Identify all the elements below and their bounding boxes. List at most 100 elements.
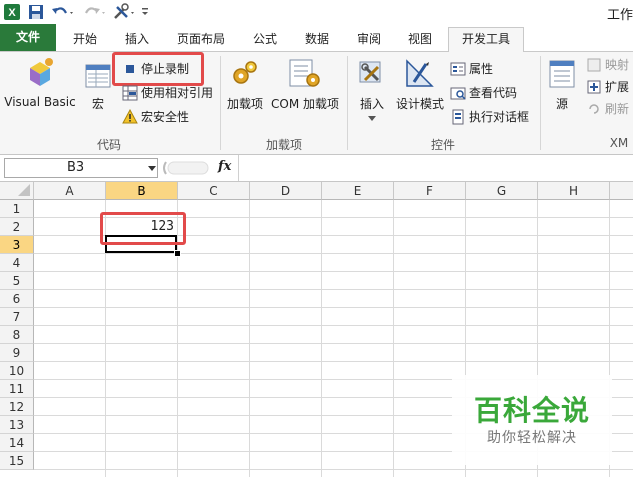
visual-basic-icon — [30, 58, 53, 86]
properties-icon — [450, 61, 466, 77]
refresh-data-label: 刷新 — [605, 102, 630, 116]
highlight-stop-recording — [112, 52, 204, 86]
select-all-corner[interactable] — [0, 182, 34, 200]
row-header[interactable]: 12 — [0, 398, 34, 416]
column-header[interactable]: B — [106, 182, 178, 200]
properties-button[interactable]: 属性 — [450, 60, 493, 78]
column-header[interactable]: E — [322, 182, 394, 200]
insert-control-icon — [359, 61, 381, 83]
macro-icon — [85, 64, 111, 88]
excel-logo-icon[interactable]: X — [3, 3, 21, 21]
gear-icon — [233, 61, 257, 84]
tab-review[interactable]: 审阅 — [346, 28, 392, 50]
expansion-packs-label: 扩展 — [605, 80, 630, 94]
group-label-code: 代码 — [96, 138, 121, 152]
ribbon-tab-bar: 文件 开始 插入 页面布局 公式 数据 审阅 视图 开发工具 — [0, 24, 633, 53]
row-header[interactable]: 5 — [0, 272, 34, 290]
design-mode-icon — [406, 59, 434, 87]
tools-icon[interactable] — [112, 3, 138, 21]
row-header[interactable]: 9 — [0, 344, 34, 362]
run-dialog-label: 执行对话框 — [469, 110, 530, 124]
view-code-button[interactable]: 查看代码 — [450, 84, 517, 102]
expansion-packs-button[interactable]: 扩展 — [586, 78, 629, 96]
row-header[interactable]: 6 — [0, 290, 34, 308]
undo-icon[interactable] — [50, 3, 74, 21]
macros-label: 宏 — [91, 97, 104, 111]
customize-qat-icon[interactable] — [140, 3, 150, 21]
fill-handle[interactable] — [174, 250, 181, 257]
tab-page-layout[interactable]: 页面布局 — [168, 28, 234, 50]
row-header[interactable]: 15 — [0, 452, 34, 470]
gridline — [34, 361, 633, 362]
tab-insert[interactable]: 插入 — [114, 28, 160, 50]
row-header[interactable]: 10 — [0, 362, 34, 380]
name-box[interactable]: B3 — [4, 158, 158, 178]
tab-formulas[interactable]: 公式 — [242, 28, 288, 50]
map-properties-label: 映射 — [605, 58, 630, 72]
name-box-dropdown-icon[interactable] — [148, 166, 156, 172]
tab-home[interactable]: 开始 — [62, 28, 108, 50]
column-header[interactable]: H — [538, 182, 610, 200]
row-header[interactable]: 4 — [0, 254, 34, 272]
group-separator — [220, 56, 221, 150]
row-header[interactable]: 7 — [0, 308, 34, 326]
column-header[interactable]: F — [394, 182, 466, 200]
group-separator — [540, 56, 541, 150]
column-header[interactable]: G — [466, 182, 538, 200]
group-label-addins: 加载项 — [265, 138, 302, 152]
group-label-controls: 控件 — [430, 138, 455, 152]
com-addins-button[interactable]: COM 加载项 — [270, 54, 340, 114]
row-header[interactable]: 14 — [0, 434, 34, 452]
tab-file[interactable]: 文件 — [0, 24, 56, 51]
warning-icon — [122, 108, 138, 125]
use-relative-references-button[interactable]: 使用相对引用 — [122, 84, 213, 102]
addins-label: 加载项 — [226, 97, 263, 111]
watermark: 百科全说 助你轻松解决 — [452, 375, 612, 465]
tab-developer[interactable]: 开发工具 — [448, 27, 524, 53]
row-header[interactable]: 3 — [0, 236, 34, 254]
refresh-data-button[interactable]: 刷新 — [586, 100, 629, 118]
save-icon[interactable] — [28, 3, 44, 21]
visual-basic-button[interactable]: Visual Basic — [4, 54, 76, 114]
watermark-title: 百科全说 — [473, 394, 590, 427]
column-header[interactable]: D — [250, 182, 322, 200]
com-addins-icon — [289, 59, 320, 87]
xml-source-icon — [549, 60, 575, 88]
tab-data[interactable]: 数据 — [294, 28, 340, 50]
relative-reference-icon — [122, 85, 138, 101]
gridline — [249, 200, 250, 477]
dropdown-arrow-icon — [368, 116, 376, 121]
design-mode-label: 设计模式 — [395, 97, 444, 111]
gridline — [34, 271, 633, 272]
gridline — [34, 253, 633, 254]
group-label-xml: XM — [609, 136, 629, 150]
gridline — [321, 200, 322, 477]
macros-button[interactable]: 宏 — [82, 54, 114, 114]
insert-function-icon[interactable]: fx — [218, 159, 231, 174]
run-dialog-button[interactable]: 执行对话框 — [450, 108, 529, 126]
xml-source-button[interactable]: 源 — [544, 54, 580, 114]
row-header[interactable]: 11 — [0, 380, 34, 398]
design-mode-button[interactable]: 设计模式 — [394, 54, 446, 114]
relative-reference-label: 使用相对引用 — [141, 86, 214, 100]
window-title: 工作 — [606, 8, 633, 23]
expansion-packs-icon — [586, 79, 602, 95]
map-properties-button[interactable]: 映射 — [586, 56, 629, 74]
xml-source-label: 源 — [555, 97, 568, 111]
column-header[interactable]: C — [178, 182, 250, 200]
row-header[interactable]: 1 — [0, 200, 34, 218]
row-header[interactable]: 13 — [0, 416, 34, 434]
select-all-icon — [18, 184, 30, 196]
column-header[interactable]: A — [34, 182, 106, 200]
addins-button[interactable]: 加载项 — [224, 54, 266, 114]
row-header[interactable]: 8 — [0, 326, 34, 344]
tab-view[interactable]: 视图 — [397, 28, 443, 50]
formula-input[interactable] — [242, 158, 630, 176]
redo-icon[interactable] — [82, 3, 106, 21]
column-header[interactable] — [610, 182, 633, 200]
macro-security-button[interactable]: 宏安全性 — [122, 108, 189, 126]
view-code-label: 查看代码 — [469, 86, 518, 100]
row-header[interactable]: 2 — [0, 218, 34, 236]
formula-bar-toggle-icon[interactable] — [160, 158, 210, 178]
insert-control-button[interactable]: 插入 — [352, 54, 392, 128]
